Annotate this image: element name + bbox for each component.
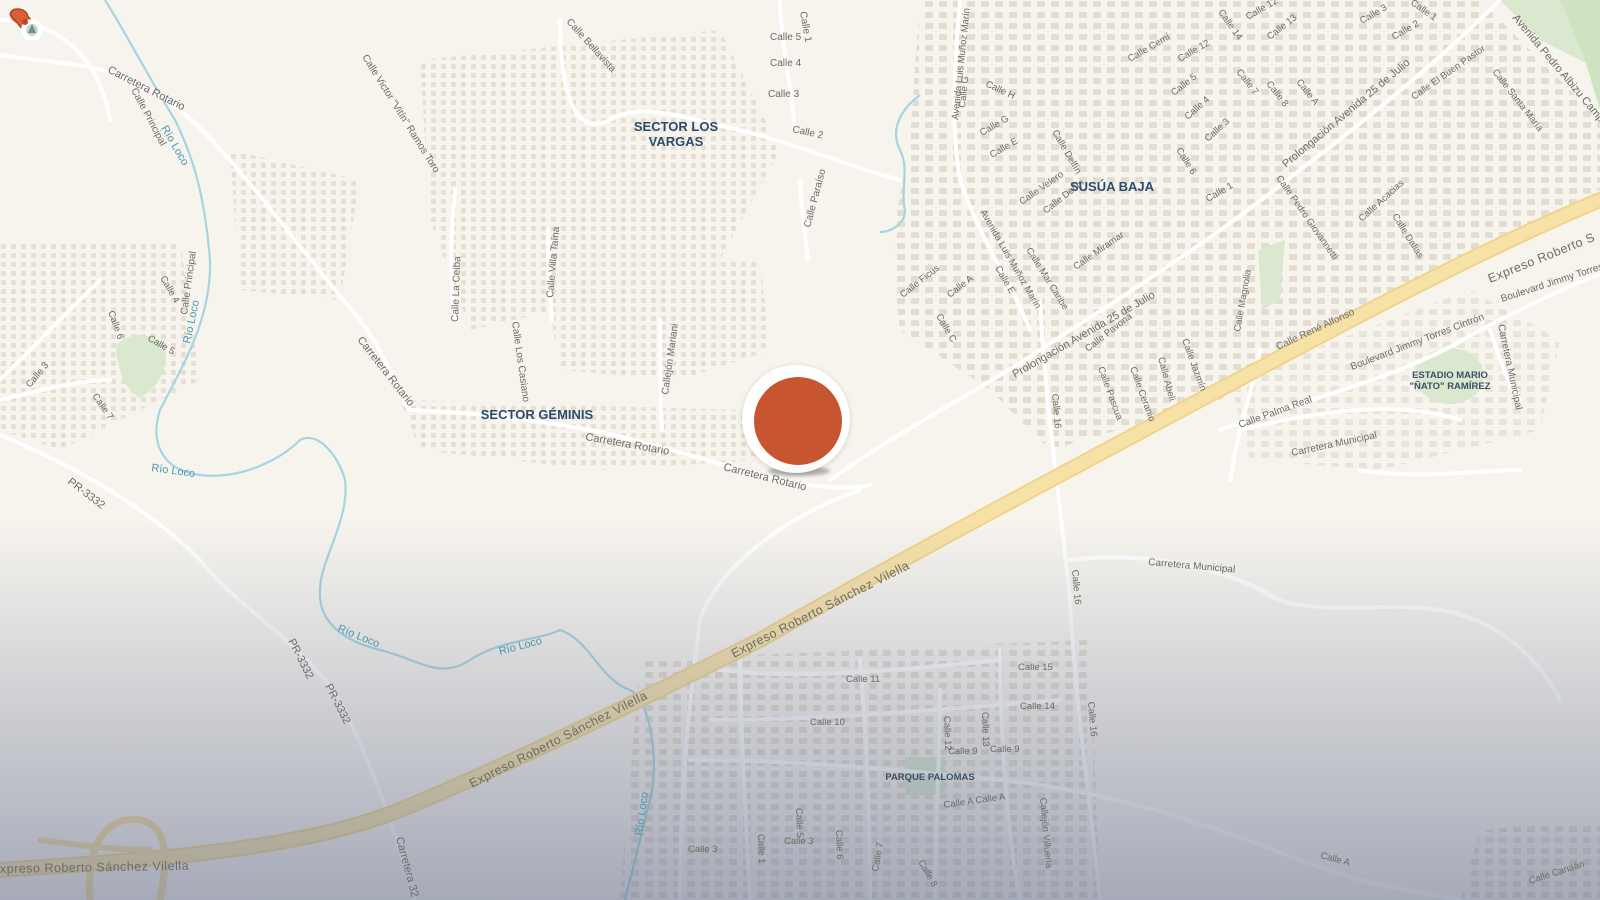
road-label: Calle René Alfonso — [1275, 307, 1357, 353]
road-label: Prolongación Avenida 25 de Julio — [1280, 57, 1412, 171]
road-label: Calle 6 — [1173, 146, 1198, 177]
road-label: Calle 7 — [870, 841, 886, 872]
road-label: PR-3332 — [322, 682, 352, 726]
road-label: Calle Los Casiano — [509, 321, 531, 403]
road-label: Calle 3 — [1203, 116, 1232, 144]
road-label: Calle 3 — [1358, 2, 1389, 26]
highway-label: Expreso Roberto Sánchez Vilella — [729, 558, 912, 660]
road-label: Calle E — [988, 136, 1020, 161]
road-label: Calle 16 — [1085, 701, 1099, 737]
pin-disc[interactable] — [754, 377, 842, 465]
area-label-sector-los-vargas[interactable]: SECTOR LOS VARGAS — [634, 119, 719, 149]
road-label: Calle 4 — [770, 58, 802, 69]
road-label: Carretera Municipal — [1495, 323, 1524, 411]
area-label-sector-geminis[interactable]: SECTOR GÉMINIS — [481, 407, 594, 422]
road-label: Carretera Municipal — [1148, 557, 1236, 576]
road-label: PR-3332 — [285, 637, 315, 681]
road-label: Calle Palma Real — [1237, 394, 1313, 431]
road-label: Calle Paraíso — [802, 168, 828, 229]
road-label: Calle Abeli — [1155, 356, 1177, 402]
road-label: Calle Delfín — [1049, 128, 1083, 176]
road-label: Calle 5 — [793, 808, 805, 838]
road-label: Calle 4 — [1183, 94, 1212, 122]
highway-label: Expreso Roberto Sánchez Vilella — [467, 688, 650, 790]
road-label: Calle 13 — [979, 712, 991, 747]
road-label: Callejón Mariani — [660, 323, 681, 396]
road-label: Carretera Municipal — [1290, 430, 1378, 459]
road-label: Calle 8 — [1264, 79, 1291, 109]
road-label: Calle A — [1294, 77, 1322, 108]
road-label: Calle 10 — [810, 717, 845, 728]
river-label: Río Loco — [151, 462, 196, 480]
road-label: Calle El Buen Pastor — [1409, 43, 1487, 102]
map-canvas[interactable]: SECTOR LOS VARGAS SUSÚA BAJA SECTOR GÉMIN… — [0, 0, 1600, 900]
road-label: Calle 15 — [1018, 662, 1053, 673]
road-label: Carretera 32 — [393, 836, 421, 899]
road-label: Calle 3 — [784, 836, 814, 847]
road-label: Calle 12 — [941, 716, 953, 751]
road-label: Calle Ficus — [898, 263, 942, 301]
river-label: Río Loco — [633, 791, 651, 836]
road-label: Calle Canaán — [1528, 859, 1586, 887]
road-label: Calle 12 — [1244, 0, 1280, 23]
road-label: Calle H — [984, 79, 1017, 102]
road-label: Callejón Villuena — [1037, 797, 1054, 869]
road-label: Calle 16 — [1049, 393, 1063, 429]
road-label: Calle 14 — [1020, 701, 1055, 712]
road-label: Calle 16 — [1069, 569, 1083, 605]
road-label: Calle 8 — [915, 858, 939, 889]
road-label: Calle A Calle A — [943, 791, 1007, 811]
road-label: Calle 9 — [990, 744, 1020, 755]
road-label: Calle Pascua — [1095, 365, 1125, 422]
road-label: Calle 13 — [1265, 12, 1299, 42]
road-label: Calle C — [933, 312, 958, 345]
road-label: Calle 5 — [770, 32, 802, 43]
road-label: Calle Santa María — [1490, 67, 1546, 134]
megaphone-pin-icon[interactable] — [0, 0, 60, 60]
road-label: Calle 1 — [755, 834, 767, 864]
poi-label-parque-palomas[interactable]: PARQUE PALOMAS — [885, 772, 974, 783]
road-label: Calle 6 — [105, 309, 125, 341]
road-label: Calle 14 — [1216, 7, 1245, 42]
road-label: Calle 7 — [90, 391, 116, 422]
road-label: Calle 1 — [1204, 180, 1235, 204]
road-label: Carretera Rotario — [355, 334, 417, 408]
road-label: Calle 2 — [791, 124, 824, 141]
road-label: Calle 4 — [157, 274, 181, 305]
road-label: Calle 5 — [146, 333, 177, 357]
road-label: Calle Bellavista — [564, 17, 618, 75]
road-label: Calle La Ceiba — [450, 256, 463, 322]
road-label: Calle 2 — [1390, 18, 1421, 42]
road-label: Calle Jazmín — [1179, 337, 1208, 392]
highway-label: xpreso Roberto Sánchez Vilella — [0, 859, 189, 876]
road-label: Calle 11 — [846, 674, 880, 685]
road-label: Calle G — [978, 113, 1011, 138]
road-label: Calle 6 — [833, 830, 845, 860]
road-label: Calle A — [945, 273, 976, 301]
road-label: Calle 12 — [1176, 38, 1212, 65]
road-label: Calle 5 — [1169, 71, 1199, 98]
road-label: Calle Cemí — [1126, 31, 1173, 64]
road-label: Calle Dalias — [1389, 212, 1425, 261]
road-label: Calle 3 — [24, 360, 51, 390]
river-label: Río Loco — [498, 635, 544, 658]
river-label: Río Loco — [336, 623, 381, 651]
road-label: Calle 7 — [1234, 67, 1261, 97]
road-label: Calle A — [1319, 850, 1352, 869]
road-label: Calle 3 — [688, 844, 718, 855]
river-label: Río Loco — [158, 124, 190, 168]
road-label: Carretera Rotario — [584, 431, 670, 458]
road-label: Calle 3 — [768, 89, 800, 100]
road-label: Calle G — [957, 76, 971, 109]
poi-label-estadio[interactable]: ESTADIO MARIO "ÑATO" RAMÍREZ — [1410, 370, 1491, 392]
road-label: PR-3332 — [65, 476, 107, 512]
road-label: Calle Villa Taína — [545, 226, 562, 298]
road-label: Calle Miramar — [1071, 230, 1126, 273]
road-label: Boulevard Jimmy Torres Cintrón — [1349, 312, 1486, 373]
road-label: Calle Magnolia — [1232, 268, 1254, 333]
road-label: Calle Ceranio — [1127, 365, 1157, 423]
road-label: Calle Pedro Giovannetti — [1274, 173, 1341, 262]
road-label: Calle Victor "Vitín" Ramos Toro — [359, 53, 441, 176]
